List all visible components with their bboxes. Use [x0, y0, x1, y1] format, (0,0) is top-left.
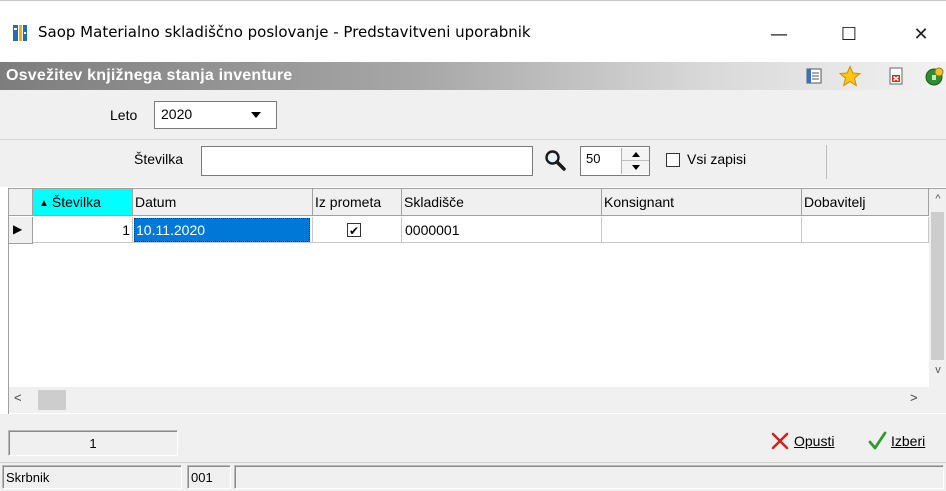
stepper-up-icon[interactable]: [622, 148, 649, 161]
stevilka-input[interactable]: [201, 146, 533, 176]
chevron-down-icon[interactable]: [238, 103, 274, 127]
status-message: [234, 465, 944, 489]
opusti-button[interactable]: Opusti: [770, 428, 834, 454]
scroll-right-icon[interactable]: >: [910, 390, 918, 405]
row-indicator-header: [9, 189, 33, 215]
column-header-stevilka[interactable]: ▲ Številka: [33, 189, 133, 215]
star-icon[interactable]: [838, 64, 862, 88]
status-bar: Skrbnik 001: [0, 462, 946, 491]
stepper-buttons: [621, 148, 649, 174]
cell-datum[interactable]: 10.11.2020: [133, 217, 313, 243]
column-label: Številka: [51, 194, 101, 210]
scroll-up-icon[interactable]: ^: [931, 193, 945, 209]
app-icon: [12, 24, 28, 42]
stevilka-label: Številka: [134, 151, 184, 167]
cell-skladisce[interactable]: 0000001: [402, 217, 602, 243]
horizontal-scroll-thumb[interactable]: [38, 390, 66, 410]
maximize-button[interactable]: ☐: [826, 12, 872, 56]
cancel-icon: [770, 431, 790, 451]
vsi-zapisi-checkbox[interactable]: [666, 153, 680, 167]
exit-icon[interactable]: [922, 64, 946, 88]
status-user: Skrbnik: [2, 465, 182, 489]
column-header-datum[interactable]: Datum: [133, 189, 313, 215]
divider: [0, 139, 946, 140]
cell-iz-prometa[interactable]: ✔: [313, 217, 402, 243]
divider: [826, 145, 827, 179]
opusti-label: Opusti: [794, 433, 835, 449]
limit-value: 50: [586, 151, 601, 166]
confirm-check-icon: [867, 431, 887, 451]
table-row[interactable]: 1 10.11.2020 ✔ 0000001: [9, 217, 939, 244]
selected-date: 10.11.2020: [134, 218, 310, 242]
sort-ascending-icon: ▲: [39, 198, 49, 209]
delete-document-icon[interactable]: [884, 64, 908, 88]
checkmark-icon: ✔: [349, 224, 360, 238]
leto-value: 2020: [161, 106, 193, 122]
stepper-down-icon[interactable]: [622, 161, 649, 174]
minimize-button[interactable]: —: [756, 12, 802, 56]
column-header-dobavitelj[interactable]: Dobavitelj: [802, 189, 929, 215]
window-title: Saop Materialno skladiščno poslovanje - …: [38, 23, 531, 41]
horizontal-scrollbar[interactable]: [9, 387, 946, 413]
grid-header: ▲ Številka Datum Iz prometa Skladišče Kon…: [9, 189, 939, 216]
leto-label: Leto: [110, 107, 138, 123]
vertical-scroll-thumb[interactable]: [931, 212, 944, 360]
status-code: 001: [187, 465, 231, 489]
izberi-button[interactable]: Izberi: [867, 428, 925, 454]
column-header-konsignant[interactable]: Konsignant: [602, 189, 802, 215]
scroll-left-icon[interactable]: <: [14, 390, 22, 405]
cell-konsignant[interactable]: [602, 217, 802, 243]
iz-prometa-checkbox[interactable]: ✔: [347, 223, 361, 238]
record-count: 1: [8, 430, 178, 456]
close-button[interactable]: ✕: [898, 12, 944, 56]
column-header-skladisce[interactable]: Skladišče: [402, 189, 602, 215]
list-icon[interactable]: [802, 64, 826, 88]
cell-stevilka[interactable]: 1: [33, 217, 133, 243]
column-header-iz-prometa[interactable]: Iz prometa: [313, 189, 402, 215]
izberi-label: Izberi: [891, 433, 926, 449]
form-title: Osvežitev knjižnega stanja inventure: [6, 67, 293, 84]
scroll-down-icon[interactable]: v: [931, 364, 945, 380]
vsi-zapisi-label: Vsi zapisi: [687, 151, 747, 167]
search-icon[interactable]: [543, 148, 567, 172]
cell-dobavitelj[interactable]: [802, 217, 929, 243]
